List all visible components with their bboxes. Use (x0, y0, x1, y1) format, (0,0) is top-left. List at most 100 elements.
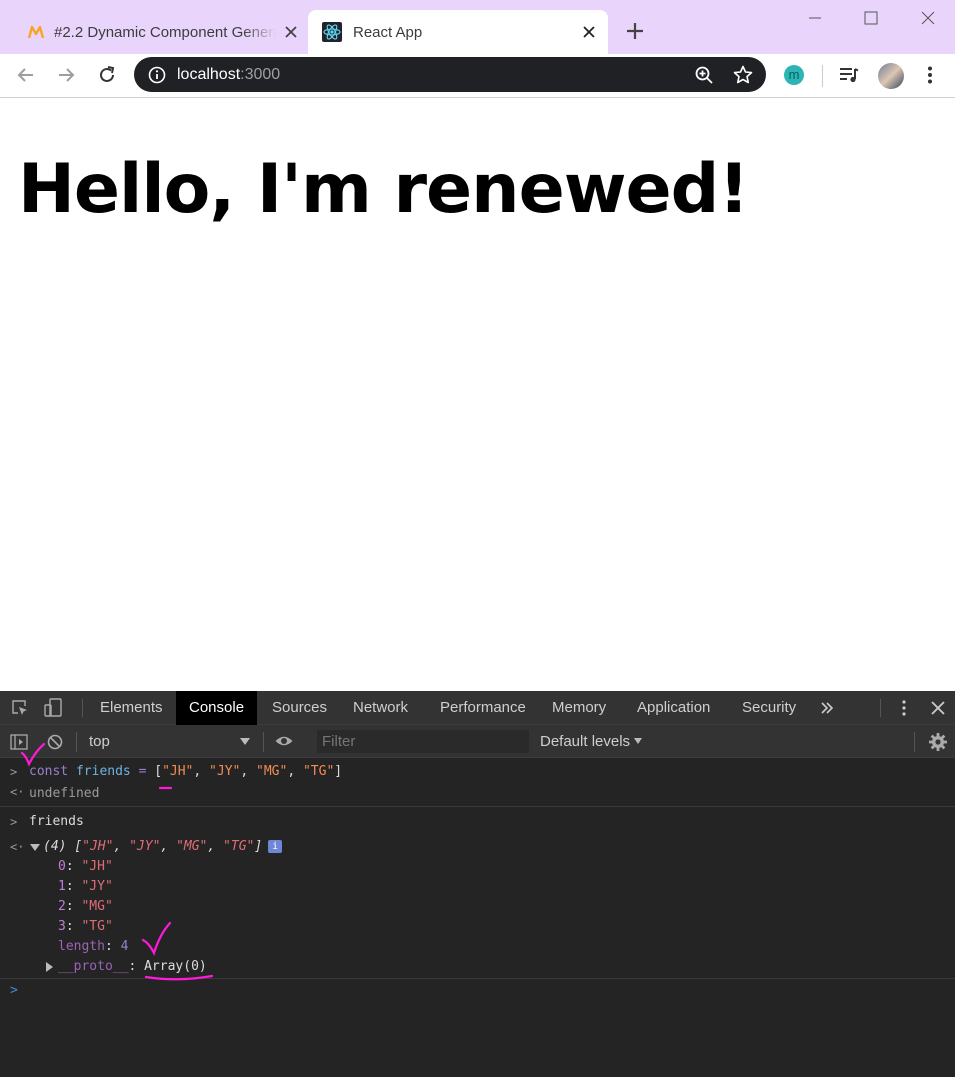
inspect-element-icon[interactable] (10, 698, 30, 718)
log-levels-dropdown[interactable]: Default levels (540, 733, 630, 750)
toolbar-divider (914, 732, 915, 752)
bookmark-star-icon[interactable] (732, 64, 754, 86)
devtools-tab-network[interactable]: Network (353, 691, 408, 725)
array-proto-entry[interactable]: __proto__: Array(0) (0, 957, 955, 979)
clear-console-icon[interactable] (45, 732, 65, 752)
tab-title: #2.2 Dynamic Component Generation (54, 23, 276, 41)
array-preview-item: "JY" (129, 839, 161, 854)
array-string: "TG" (302, 764, 335, 779)
close-tab-icon[interactable] (282, 23, 300, 41)
array-close-bracket: ] (334, 764, 343, 779)
url-text[interactable]: localhost:3000 (177, 66, 280, 84)
extension-icon[interactable]: m (784, 65, 804, 85)
device-toolbar-icon[interactable] (43, 698, 63, 718)
toolbar-divider (822, 65, 823, 87)
nomad-coders-icon (27, 25, 45, 39)
devtools-tab-memory[interactable]: Memory (552, 691, 606, 725)
reload-icon[interactable] (96, 64, 118, 86)
console-output: > const friends = ["JH", "JY", "MG", "TG… (0, 758, 955, 1001)
array-string: "JY" (209, 764, 241, 779)
react-icon (322, 22, 342, 42)
array-preview-item: "JH" (82, 839, 114, 854)
zoom-icon[interactable] (693, 64, 715, 86)
back-arrow-icon[interactable] (15, 64, 37, 86)
array-entry: 2: "MG" (58, 899, 113, 914)
browser-tab-nomad[interactable]: #2.2 Dynamic Component Generation (14, 10, 310, 54)
devtools-tab-sources[interactable]: Sources (272, 691, 327, 725)
array-length-entry: length: 4 (58, 939, 129, 954)
devtools-tab-bar: Elements Console Sources Network Perform… (0, 691, 955, 725)
close-window-icon[interactable] (918, 8, 938, 28)
devtools-tab-security[interactable]: Security (742, 691, 796, 725)
array-preview-item: "TG" (223, 839, 255, 854)
entry-key: 0 (58, 859, 66, 874)
address-bar[interactable]: localhost:3000 (134, 57, 766, 92)
entry-key: 3 (58, 919, 66, 934)
close-tab-icon[interactable] (580, 23, 598, 41)
info-icon[interactable] (146, 64, 168, 86)
chevron-down-icon[interactable] (240, 738, 250, 745)
console-code[interactable]: const friends = ["JH", "JY", "MG", "TG"] (29, 762, 342, 782)
variable-name: friends (75, 764, 131, 779)
entry-value: "JH" (81, 859, 113, 874)
page-heading: Hello, I'm renewed! (18, 150, 749, 229)
result-arrow-icon: <· (10, 840, 25, 854)
expand-triangle-icon[interactable] (30, 844, 40, 851)
length-key: length (58, 939, 105, 954)
tab-strip: #2.2 Dynamic Component Generation React … (0, 0, 955, 54)
devtools-divider (880, 699, 881, 717)
assignment-operator: = (138, 764, 147, 779)
devtools-tab-console[interactable]: Console (176, 691, 258, 725)
url-port: :3000 (240, 66, 281, 83)
console-filter-input[interactable] (317, 730, 529, 753)
input-prompt-icon: > (10, 815, 18, 829)
chevron-down-icon[interactable] (634, 738, 642, 744)
array-preview-item: "MG" (176, 839, 208, 854)
array-string: "JH" (162, 764, 194, 779)
array-entry: 1: "JY" (58, 879, 113, 894)
console-prompt-line[interactable]: > (0, 981, 955, 1001)
array-count: (4) (43, 839, 67, 854)
devtools-tab-performance[interactable]: Performance (440, 691, 526, 725)
info-badge-icon[interactable]: i (268, 840, 283, 853)
maximize-icon[interactable] (861, 8, 881, 28)
array-entry: 3: "TG" (58, 919, 113, 934)
live-expression-eye-icon[interactable] (274, 731, 294, 751)
devtools-tab-application[interactable]: Application (637, 691, 710, 725)
devtools-panel: Elements Console Sources Network Perform… (0, 691, 955, 1077)
console-settings-gear-icon[interactable] (928, 732, 948, 752)
url-host: localhost (177, 66, 241, 83)
console-input-line: > const friends = ["JH", "JY", "MG", "TG… (0, 762, 955, 782)
length-value: 4 (120, 939, 129, 954)
result-undefined: undefined (29, 786, 100, 801)
close-devtools-icon[interactable] (928, 698, 948, 718)
console-input-line: > friends (0, 812, 955, 832)
new-tab-icon[interactable] (624, 20, 646, 42)
array-preview: (4) ["JH", "JY", "MG", "TG"] i (43, 837, 283, 857)
extension-letter: m (788, 67, 800, 82)
browser-toolbar: localhost:3000 m (0, 54, 955, 98)
entry-value: "MG" (81, 899, 113, 914)
console-result-line: <· undefined (0, 782, 955, 807)
more-tabs-chevron-icon[interactable] (817, 698, 837, 718)
devtools-menu-icon[interactable] (894, 698, 914, 718)
entry-key: 2 (58, 899, 66, 914)
profile-avatar[interactable] (878, 63, 904, 89)
array-summary-line[interactable]: <· (4) ["JH", "JY", "MG", "TG"] i (0, 837, 955, 857)
more-menu-icon[interactable] (919, 64, 941, 86)
array-string: "MG" (256, 764, 288, 779)
console-sidebar-icon[interactable] (9, 732, 29, 752)
forward-arrow-icon[interactable] (55, 64, 77, 86)
minimize-icon[interactable] (805, 8, 825, 28)
console-prompt-caret-icon: > (10, 983, 18, 998)
context-selector[interactable]: top (89, 733, 110, 750)
console-code[interactable]: friends (29, 812, 84, 832)
proto-key: __proto__ (58, 959, 129, 974)
entry-key: 1 (58, 879, 66, 894)
media-control-icon[interactable] (838, 64, 860, 86)
expand-triangle-icon[interactable] (46, 962, 53, 972)
browser-tab-react-app[interactable]: React App (308, 10, 608, 54)
devtools-tab-elements[interactable]: Elements (100, 691, 163, 725)
input-prompt-icon: > (10, 765, 18, 779)
keyword-const: const (29, 764, 69, 779)
